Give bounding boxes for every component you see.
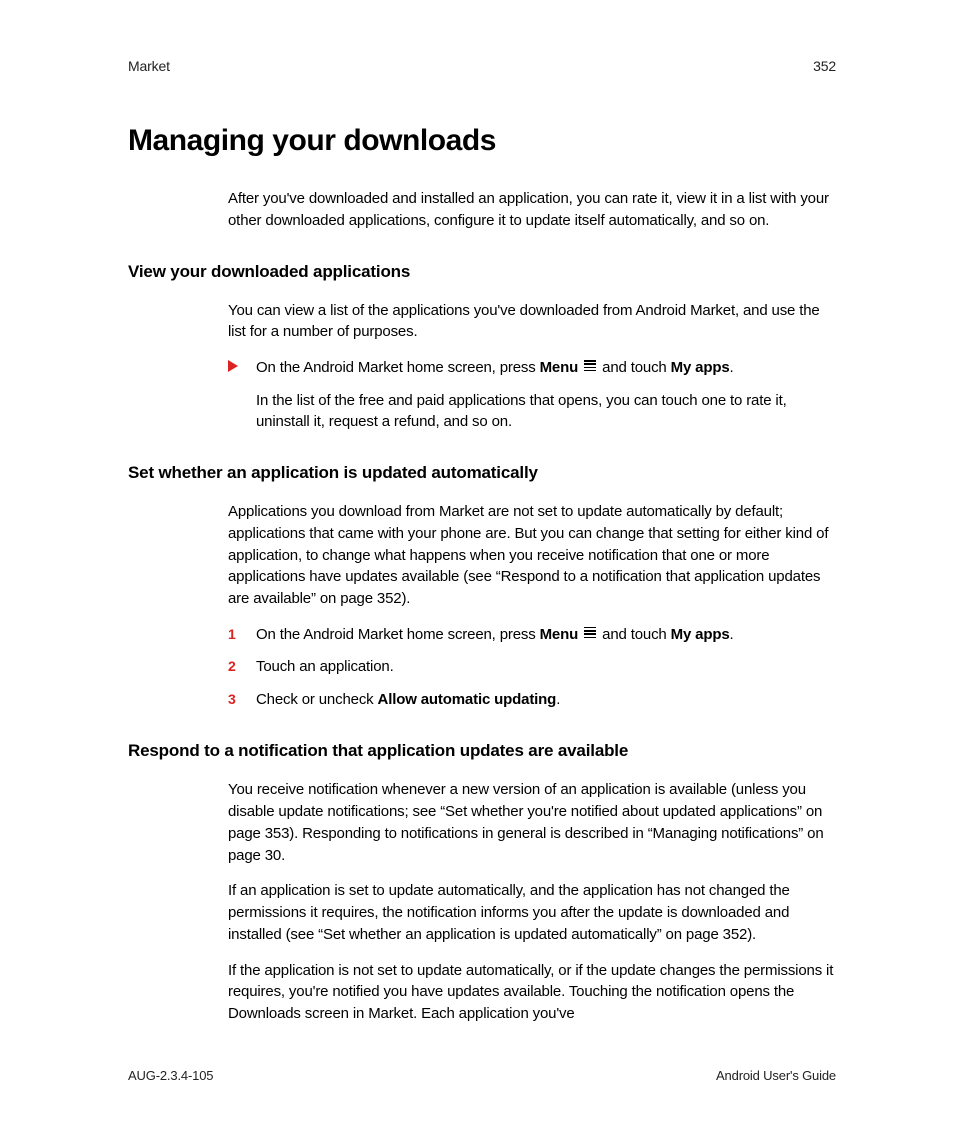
menu-icon — [584, 625, 596, 640]
bullet-text-post: . — [730, 359, 734, 376]
section1-bullet: On the Android Market home screen, press… — [228, 357, 836, 380]
section1-p1: You can view a list of the applications … — [228, 300, 836, 344]
step3-post: . — [556, 691, 560, 708]
step-number: 1 — [228, 624, 236, 645]
footer-left: AUG-2.3.4-105 — [128, 1068, 213, 1083]
header-page-number: 352 — [813, 58, 836, 74]
step-1: 1 On the Android Market home screen, pre… — [228, 624, 836, 647]
step3-bold: Allow automatic updating — [378, 691, 557, 708]
step-3: 3 Check or uncheck Allow automatic updat… — [228, 689, 836, 712]
step2-text: Touch an application. — [256, 658, 394, 675]
section-heading-respond-notification: Respond to a notification that applicati… — [128, 741, 836, 761]
intro-paragraph: After you've downloaded and installed an… — [228, 188, 836, 232]
section2-p1: Applications you download from Market ar… — [228, 501, 836, 610]
section3-p3: If the application is not set to update … — [228, 960, 836, 1025]
menu-icon — [584, 358, 596, 373]
section-heading-view-downloaded: View your downloaded applications — [128, 262, 836, 282]
footer-right: Android User's Guide — [716, 1068, 836, 1083]
step-2: 2 Touch an application. — [228, 656, 836, 679]
section-heading-auto-update: Set whether an application is updated au… — [128, 463, 836, 483]
page-title: Managing your downloads — [128, 124, 836, 158]
bullet-menu-word: Menu — [540, 359, 579, 376]
step1-post: . — [730, 626, 734, 643]
bullet-text-mid: and touch — [598, 359, 670, 376]
running-header: Market 352 — [128, 58, 836, 74]
step-number: 2 — [228, 656, 236, 677]
step1-pre: On the Android Market home screen, press — [256, 626, 540, 643]
header-left: Market — [128, 58, 170, 74]
step1-myapps: My apps — [671, 626, 730, 643]
step1-mid: and touch — [598, 626, 670, 643]
bullet-myapps-word: My apps — [671, 359, 730, 376]
step3-pre: Check or uncheck — [256, 691, 378, 708]
step1-menu: Menu — [540, 626, 579, 643]
section3-p2: If an application is set to update autom… — [228, 880, 836, 945]
section3-p1: You receive notification whenever a new … — [228, 779, 836, 866]
page-footer: AUG-2.3.4-105 Android User's Guide — [128, 1068, 836, 1083]
bullet-text-pre: On the Android Market home screen, press — [256, 359, 540, 376]
step-number: 3 — [228, 689, 236, 710]
triangle-bullet-icon — [228, 360, 238, 372]
section1-note: In the list of the free and paid applica… — [256, 390, 836, 434]
